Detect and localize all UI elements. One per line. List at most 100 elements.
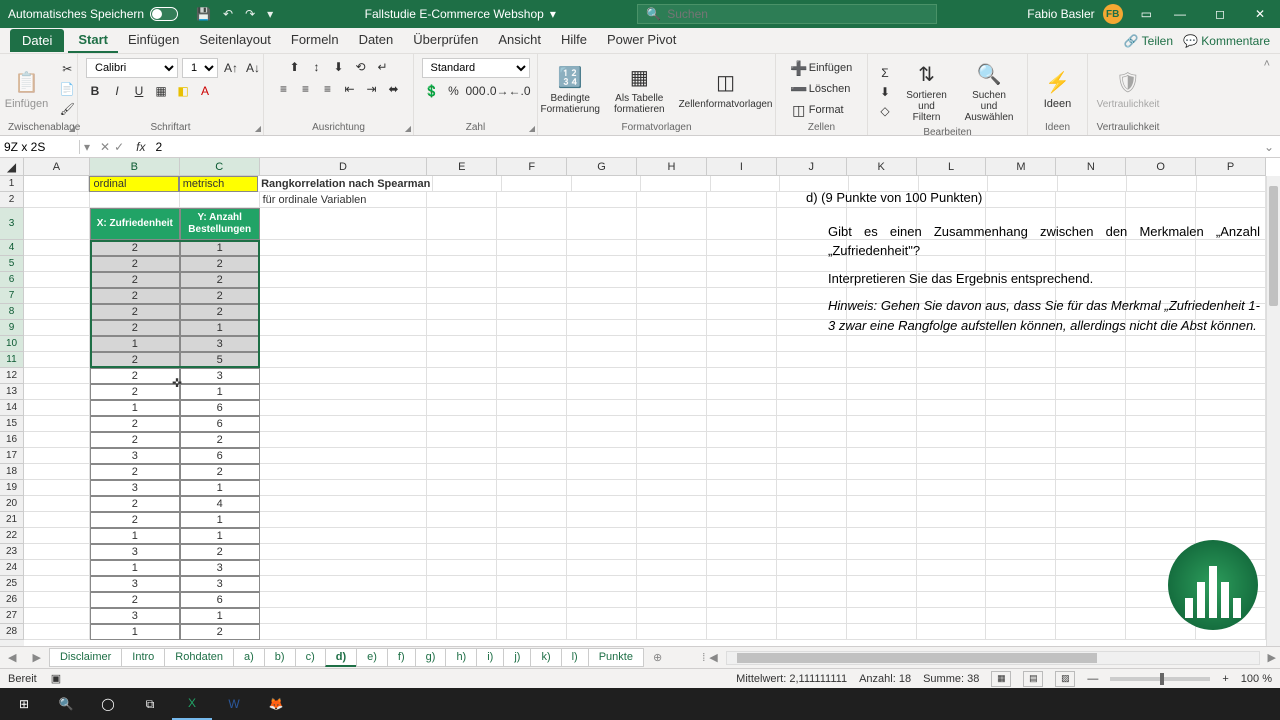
save-icon[interactable]: 💾 <box>196 7 211 21</box>
cell-B6[interactable]: 2 <box>90 272 180 288</box>
cell-B20[interactable]: 2 <box>90 496 180 512</box>
view-normal-icon[interactable]: ▦ <box>991 671 1011 687</box>
clear-icon[interactable]: ◇ <box>876 102 894 120</box>
indent-inc-icon[interactable]: ⇥ <box>363 80 381 98</box>
cell-C4[interactable]: 1 <box>180 240 260 256</box>
cell-B19[interactable]: 3 <box>90 480 180 496</box>
borders-button[interactable]: ▦ <box>152 82 170 100</box>
search-input[interactable] <box>667 7 928 21</box>
share-button[interactable]: Teilen <box>1124 34 1173 48</box>
cell-B26[interactable]: 2 <box>90 592 180 608</box>
row-header-1[interactable]: 1 <box>0 176 24 192</box>
row-header-10[interactable]: 10 <box>0 336 24 352</box>
comments-button[interactable]: Kommentare <box>1183 34 1270 48</box>
cell-C24[interactable]: 3 <box>180 560 260 576</box>
maximize-button[interactable]: ◻ <box>1200 0 1240 28</box>
col-header-H[interactable]: H <box>637 158 707 176</box>
fill-icon[interactable]: ⬇ <box>876 83 894 101</box>
scroll-thumb[interactable] <box>1269 186 1278 306</box>
row-header-2[interactable]: 2 <box>0 192 24 208</box>
col-header-I[interactable]: I <box>707 158 777 176</box>
cell-B10[interactable]: 1 <box>90 336 180 352</box>
row-header-16[interactable]: 16 <box>0 432 24 448</box>
wrap-text-icon[interactable]: ↵ <box>374 58 392 76</box>
toggle-switch[interactable] <box>150 7 178 21</box>
cell-C9[interactable]: 1 <box>180 320 260 336</box>
cell-B22[interactable]: 1 <box>90 528 180 544</box>
qat-more-icon[interactable]: ▾ <box>267 7 273 21</box>
taskbar-excel-icon[interactable]: X <box>172 688 212 720</box>
view-layout-icon[interactable]: ▤ <box>1023 671 1043 687</box>
cut-icon[interactable]: ✂ <box>58 60 76 78</box>
cell-C27[interactable]: 1 <box>180 608 260 624</box>
col-header-B[interactable]: B <box>90 158 180 176</box>
row-header-23[interactable]: 23 <box>0 544 24 560</box>
hscroll-thumb[interactable] <box>737 653 1097 663</box>
col-header-C[interactable]: C <box>180 158 260 176</box>
decrease-font-icon[interactable]: A↓ <box>244 59 262 77</box>
cell-C13[interactable]: 1 <box>180 384 260 400</box>
cell-B12[interactable]: 2 <box>90 368 180 384</box>
col-header-N[interactable]: N <box>1056 158 1126 176</box>
sheet-tab-g[interactable]: g) <box>415 648 447 667</box>
align-top-icon[interactable]: ⬆ <box>286 58 304 76</box>
cell-B14[interactable]: 1 <box>90 400 180 416</box>
cell-C25[interactable]: 3 <box>180 576 260 592</box>
row-header-8[interactable]: 8 <box>0 304 24 320</box>
row-header-19[interactable]: 19 <box>0 480 24 496</box>
sort-filter-button[interactable]: ⇅Sortieren und Filtern <box>900 58 953 125</box>
currency-icon[interactable]: 💲 <box>423 82 441 100</box>
fx-icon[interactable]: fx <box>130 140 151 154</box>
cell-C6[interactable]: 2 <box>180 272 260 288</box>
cell-C19[interactable]: 1 <box>180 480 260 496</box>
collapse-ribbon-icon[interactable]: ˄ <box>1254 54 1280 135</box>
minimize-button[interactable]: — <box>1160 0 1200 28</box>
cell-C14[interactable]: 6 <box>180 400 260 416</box>
col-header-F[interactable]: F <box>497 158 567 176</box>
start-button[interactable]: ⊞ <box>4 688 44 720</box>
conditional-format-button[interactable]: 🔢Bedingte Formatierung <box>537 61 604 117</box>
cell-C23[interactable]: 2 <box>180 544 260 560</box>
increase-decimal-icon[interactable]: .0→ <box>489 82 507 100</box>
paste-button[interactable]: 📋 Einfügen <box>1 66 52 112</box>
name-box-input[interactable] <box>4 140 75 154</box>
cell-C7[interactable]: 2 <box>180 288 260 304</box>
row-header-12[interactable]: 12 <box>0 368 24 384</box>
sheet-tab-l[interactable]: l) <box>561 648 589 667</box>
col-header-K[interactable]: K <box>847 158 917 176</box>
font-color-button[interactable]: A <box>196 82 214 100</box>
cell-B9[interactable]: 2 <box>90 320 180 336</box>
row-header-11[interactable]: 11 <box>0 352 24 368</box>
undo-icon[interactable]: ↶ <box>223 7 233 21</box>
ideas-button[interactable]: ⚡Ideen <box>1040 66 1076 112</box>
sheet-tab-d[interactable]: d) <box>325 648 357 667</box>
col-header-O[interactable]: O <box>1126 158 1196 176</box>
row-header-5[interactable]: 5 <box>0 256 24 272</box>
sheet-tab-Disclaimer[interactable]: Disclaimer <box>49 648 122 667</box>
cell-C5[interactable]: 2 <box>180 256 260 272</box>
cell-C8[interactable]: 2 <box>180 304 260 320</box>
row-header-4[interactable]: 4 <box>0 240 24 256</box>
cell-C22[interactable]: 1 <box>180 528 260 544</box>
taskbar-search-icon[interactable]: 🔍 <box>46 688 86 720</box>
sheet-tab-a[interactable]: a) <box>233 648 265 667</box>
cell-B7[interactable]: 2 <box>90 288 180 304</box>
row-header-25[interactable]: 25 <box>0 576 24 592</box>
autosum-icon[interactable]: Σ <box>876 64 894 82</box>
align-bottom-icon[interactable]: ⬇ <box>330 58 348 76</box>
cell-B25[interactable]: 3 <box>90 576 180 592</box>
row-header-13[interactable]: 13 <box>0 384 24 400</box>
tab-einfügen[interactable]: Einfügen <box>118 28 189 53</box>
insert-cells-button[interactable]: ➕Einfügen <box>787 58 856 78</box>
underline-button[interactable]: U <box>130 82 148 100</box>
cell-C20[interactable]: 4 <box>180 496 260 512</box>
zoom-level[interactable]: 100 % <box>1241 673 1272 685</box>
cell-B5[interactable]: 2 <box>90 256 180 272</box>
cell-B23[interactable]: 3 <box>90 544 180 560</box>
copy-icon[interactable]: 📄 <box>58 80 76 98</box>
cell-C28[interactable]: 2 <box>180 624 260 640</box>
name-box[interactable] <box>0 140 80 154</box>
close-button[interactable]: ✕ <box>1240 0 1280 28</box>
col-header-J[interactable]: J <box>777 158 847 176</box>
align-right-icon[interactable]: ≡ <box>319 80 337 98</box>
